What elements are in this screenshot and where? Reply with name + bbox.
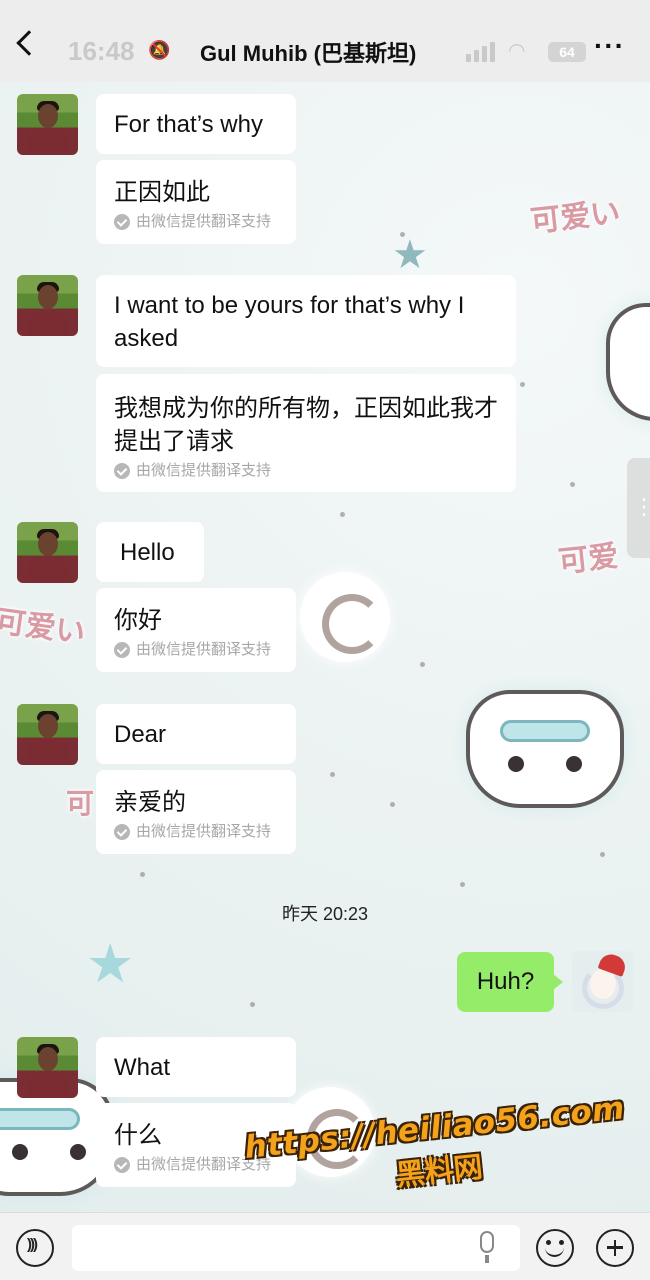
message-bubble[interactable]: Hello [96, 522, 204, 582]
star-sticker: ★ [392, 233, 428, 277]
check-icon [114, 1157, 130, 1173]
translated-text: 亲爱的 [114, 789, 186, 816]
message-text: What [114, 1054, 171, 1081]
my-message-bubble[interactable]: Huh? [457, 952, 563, 1012]
check-icon [114, 642, 130, 658]
emoji-icon[interactable] [536, 1229, 574, 1267]
message-input[interactable] [72, 1225, 520, 1271]
decor-dot [250, 1002, 255, 1007]
translated-text: 正因如此 [114, 179, 210, 206]
translated-text: 你好 [114, 607, 162, 634]
wifi-icon: ◠ [508, 40, 526, 62]
decor-dot [570, 482, 575, 487]
star-sticker: ★ [86, 934, 135, 994]
message-text: I want to be yours for that’s why I aske… [114, 292, 465, 352]
decor-dot [330, 772, 335, 777]
check-icon [114, 214, 130, 230]
translation-note: 由微信提供翻译支持 [136, 462, 272, 479]
sticker-text: 可爱い [0, 603, 88, 652]
swirl-sticker [300, 572, 390, 662]
voice-input-icon[interactable] [16, 1229, 54, 1267]
translation-block: 正因如此 由微信提供翻译支持 [96, 160, 296, 244]
check-icon [114, 824, 130, 840]
cat-sticker [470, 694, 620, 804]
decor-dot [520, 382, 525, 387]
plus-icon[interactable] [596, 1229, 634, 1267]
status-time: 16:48 [68, 36, 135, 66]
translation-block: 亲爱的 由微信提供翻译支持 [96, 770, 296, 854]
translation-block: 我想成为你的所有物，正因如此我才提出了请求 由微信提供翻译支持 [96, 374, 516, 492]
contact-avatar[interactable] [17, 1037, 78, 1098]
my-avatar[interactable] [572, 951, 633, 1012]
message-text: Dear [114, 721, 167, 748]
sticker-text: 可爱 [556, 538, 621, 581]
contact-avatar[interactable] [17, 94, 78, 155]
cat-sticker [0, 1082, 110, 1192]
contact-avatar[interactable] [17, 522, 78, 583]
message-bubble[interactable]: What [96, 1037, 296, 1097]
sticker-text: 可 [66, 787, 95, 820]
decor-dot [600, 852, 605, 857]
message-text: For that’s why [114, 111, 263, 138]
contact-avatar[interactable] [17, 275, 78, 336]
sticker-text: 可爱い [528, 195, 622, 240]
mute-bell-icon: 🔕 [148, 40, 171, 60]
translated-text: 我想成为你的所有物，正因如此我才提出了请求 [114, 395, 498, 455]
battery-indicator: 64 [548, 42, 586, 62]
side-drawer-handle[interactable] [627, 458, 650, 558]
decor-dot [420, 662, 425, 667]
more-options-icon[interactable]: ··· [594, 30, 625, 62]
decor-dot [390, 802, 395, 807]
decor-dot [140, 872, 145, 877]
message-bubble[interactable]: I want to be yours for that’s why I aske… [96, 275, 516, 367]
decor-dot [340, 512, 345, 517]
decor-dot [460, 882, 465, 887]
message-text: Huh? [476, 968, 535, 995]
message-bubble[interactable]: For that’s why [96, 94, 296, 154]
message-text: Hello [120, 539, 175, 566]
translation-note: 由微信提供翻译支持 [136, 213, 272, 230]
decor-dot [400, 232, 405, 237]
input-bar [0, 1212, 650, 1280]
chat-timestamp: 昨天 20:23 [281, 904, 369, 924]
chat-title: Gul Muhib (巴基斯坦) [200, 41, 417, 66]
microphone-icon[interactable] [480, 1231, 494, 1263]
translation-note: 由微信提供翻译支持 [136, 641, 272, 658]
signal-icon [466, 42, 496, 62]
check-icon [114, 463, 130, 479]
cat-sticker [610, 307, 650, 417]
translation-note: 由微信提供翻译支持 [136, 823, 272, 840]
translation-block: 你好 由微信提供翻译支持 [96, 588, 296, 672]
chat-header: 16:48 🔕 Gul Muhib (巴基斯坦) ◠ 64 ··· [0, 0, 650, 82]
contact-avatar[interactable] [17, 704, 78, 765]
back-icon[interactable] [16, 30, 42, 56]
message-bubble[interactable]: Dear [96, 704, 296, 764]
